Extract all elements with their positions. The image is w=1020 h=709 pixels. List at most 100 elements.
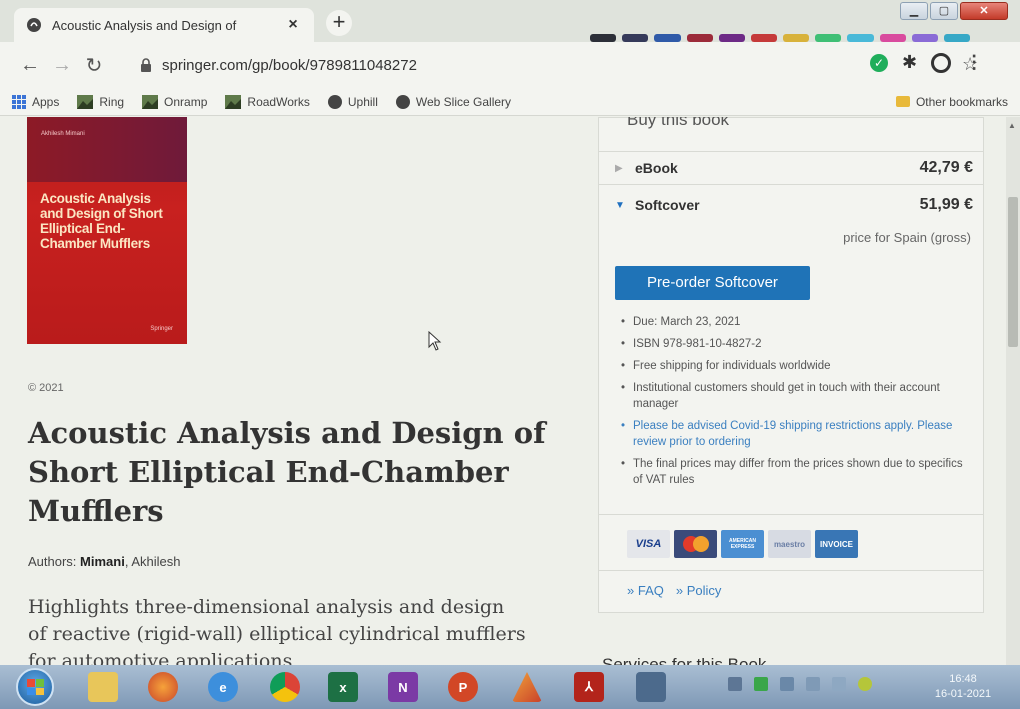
pc-tower-icon[interactable] [628, 669, 674, 705]
maximize-icon[interactable]: ▢ [930, 2, 958, 20]
bookmark-uphill[interactable]: Uphill [327, 94, 378, 109]
back-arrow-icon[interactable]: ← [14, 54, 46, 77]
acrobat-icon[interactable]: ⅄ [566, 669, 612, 705]
book-cover-image[interactable]: Akhilesh Mimani Acoustic Analysis and De… [27, 117, 187, 344]
scroll-thumb[interactable] [1008, 197, 1018, 347]
scroll-up-icon[interactable]: ▲ [1008, 121, 1016, 130]
bookmark-label: RoadWorks [247, 94, 310, 109]
start-button[interactable] [16, 668, 54, 706]
powerpoint-icon[interactable]: P [440, 669, 486, 705]
onenote-icon[interactable]: N [380, 669, 426, 705]
bookmark-onramp[interactable]: Onramp [142, 94, 207, 109]
lock-icon [141, 58, 151, 72]
invoice-icon: INVOICE [815, 530, 858, 558]
divider [599, 570, 983, 571]
list-item: Due: March 23, 2021 [619, 314, 967, 330]
matlab-icon[interactable] [504, 669, 550, 705]
clock-date: 16-01-2021 [934, 688, 992, 700]
policy-link[interactable]: » Policy [676, 583, 722, 598]
windows-logo-icon [27, 679, 44, 695]
cover-title: Acoustic Analysis and Design of Short El… [40, 191, 163, 251]
copyright-year: © 2021 [28, 382, 64, 394]
book-highlights: Highlights three-dimensional analysis an… [28, 596, 526, 665]
mastercard-icon [674, 530, 717, 558]
author-last-name[interactable]: Mimani [80, 554, 125, 569]
internet-explorer-icon[interactable]: e [200, 669, 246, 705]
services-heading: Services for this Book [602, 655, 767, 665]
bookmark-other[interactable]: Other bookmarks [895, 94, 1008, 109]
authors-label: Authors: [28, 554, 77, 569]
list-item: Institutional customers should get in to… [619, 380, 967, 412]
bookmark-ring[interactable]: Ring [77, 94, 125, 109]
visa-card-icon: VISA [627, 530, 670, 558]
checkmark-extension-icon[interactable]: ✓ [870, 53, 888, 72]
purchase-info-list: Due: March 23, 2021 ISBN 978-981-10-4827… [619, 314, 967, 494]
cover-author: Akhilesh Mimani [41, 131, 85, 137]
tray-flag-icon[interactable] [780, 677, 794, 691]
book-title: Acoustic Analysis and Design of Short El… [28, 416, 546, 528]
browser-tab[interactable]: Acoustic Analysis and Design of × [14, 8, 314, 42]
web-page: Akhilesh Mimani Acoustic Analysis and De… [0, 117, 1020, 665]
bookmark-apps[interactable]: Apps [12, 94, 59, 109]
price-note: price for Spain (gross) [843, 230, 971, 245]
chrome-icon[interactable] [262, 669, 308, 705]
globe-icon [327, 94, 342, 109]
menu-kebab-icon[interactable]: ⋮ [965, 52, 983, 73]
address-bar[interactable]: springer.com/gp/book/9789811048272 ☆ [140, 50, 978, 80]
bookmark-label: Other bookmarks [915, 94, 1008, 109]
network-icon[interactable] [806, 677, 820, 691]
tray-arrow-icon[interactable] [728, 677, 742, 691]
payment-methods: VISA AMERICAN EXPRESS maestro INVOICE [627, 530, 858, 558]
cover-publisher: Springer [150, 326, 173, 332]
puzzle-extension-icon[interactable]: ✱ [902, 52, 917, 73]
bookmark-label: Web Slice Gallery [415, 94, 512, 109]
covid-shipping-link[interactable]: Please be advised Covid-19 shipping rest… [619, 418, 967, 450]
tray-app-icon[interactable] [754, 677, 768, 691]
faq-policy-links: » FAQ » Policy [627, 583, 721, 598]
triangle-down-icon: ▼ [615, 199, 625, 211]
image-thumbnail-icon [77, 94, 94, 109]
minimize-icon[interactable]: ▁ [900, 2, 928, 20]
browser-toolbar: ← → ↻ springer.com/gp/book/9789811048272… [0, 42, 1020, 88]
close-window-icon[interactable]: ✕ [960, 2, 1008, 20]
bookmark-label: Uphill [347, 94, 378, 109]
softcover-option[interactable]: ▼ Softcover 51,99 € [599, 188, 983, 222]
format-price: 51,99 € [919, 196, 973, 213]
url-text: springer.com/gp/book/9789811048272 [162, 56, 417, 74]
page-scrollbar[interactable]: ▲ [1006, 117, 1020, 665]
blurred-color-strip [590, 34, 971, 42]
profile-avatar-icon[interactable] [931, 52, 952, 73]
faq-link[interactable]: » FAQ [627, 583, 664, 598]
forward-arrow-icon[interactable]: → [46, 54, 78, 77]
system-clock[interactable]: 16:48 16-01-2021 [918, 672, 1008, 702]
tab-title: Acoustic Analysis and Design of [52, 17, 237, 33]
image-thumbnail-icon [225, 94, 242, 109]
ebook-option[interactable]: ▶ eBook 42,79 € [599, 151, 983, 185]
volume-icon[interactable] [832, 677, 846, 691]
tray-update-icon[interactable] [858, 677, 872, 691]
cover-top-band [27, 117, 187, 182]
bookmark-web-slice-gallery[interactable]: Web Slice Gallery [395, 94, 512, 109]
firefox-icon[interactable] [140, 669, 186, 705]
windows-taskbar: e x N P ⅄ 16:48 16-01-2021 [0, 665, 1020, 709]
amex-card-icon: AMERICAN EXPRESS [721, 530, 764, 558]
reload-icon[interactable]: ↻ [78, 53, 110, 78]
image-thumbnail-icon [142, 94, 159, 109]
list-item: Free shipping for individuals worldwide [619, 358, 967, 374]
list-item: ISBN 978-981-10-4827-2 [619, 336, 967, 352]
preorder-button[interactable]: Pre-order Softcover [615, 266, 810, 300]
new-tab-button[interactable]: + [326, 10, 352, 36]
maestro-card-icon: maestro [768, 530, 811, 558]
file-explorer-icon[interactable] [80, 669, 126, 705]
buy-box: Buy this book ▶ eBook 42,79 € ▼ Softcove… [598, 117, 984, 613]
list-item: The final prices may differ from the pri… [619, 456, 967, 488]
format-label: eBook [635, 160, 678, 176]
excel-icon[interactable]: x [320, 669, 366, 705]
folder-icon [895, 96, 910, 107]
divider [599, 514, 983, 515]
close-tab-icon[interactable]: × [284, 16, 302, 34]
triangle-right-icon: ▶ [615, 162, 623, 174]
extensions-area: ✓ ✱ ⋮ [870, 52, 983, 73]
bookmark-label: Ring [99, 94, 125, 109]
bookmark-roadworks[interactable]: RoadWorks [225, 94, 310, 109]
